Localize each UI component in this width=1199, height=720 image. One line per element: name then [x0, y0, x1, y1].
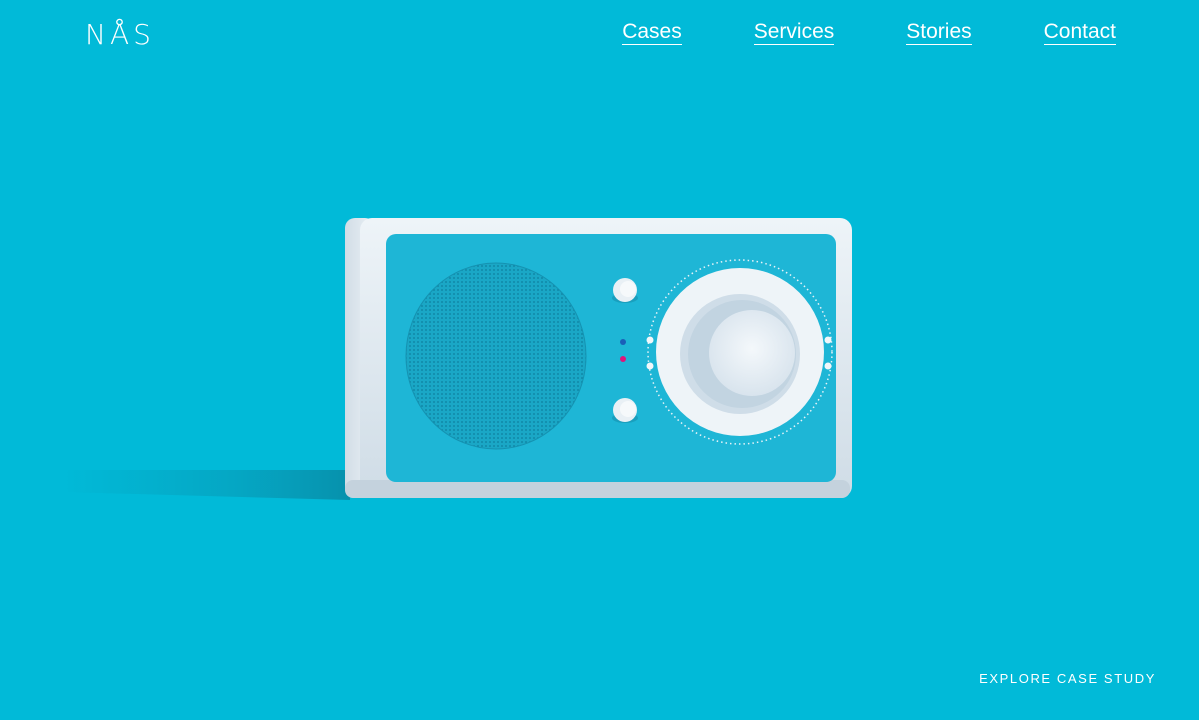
- radio-shadow: [62, 470, 350, 500]
- speaker-grille: [405, 262, 587, 450]
- indicator-light-pink: [620, 356, 626, 362]
- hero-radio-image: [62, 218, 852, 500]
- explore-case-study-link[interactable]: EXPLORE CASE STUDY: [979, 671, 1156, 686]
- indicator-light-blue: [620, 339, 626, 345]
- page: NÅS Cases Services Stories Contact EXPLO…: [0, 0, 1199, 720]
